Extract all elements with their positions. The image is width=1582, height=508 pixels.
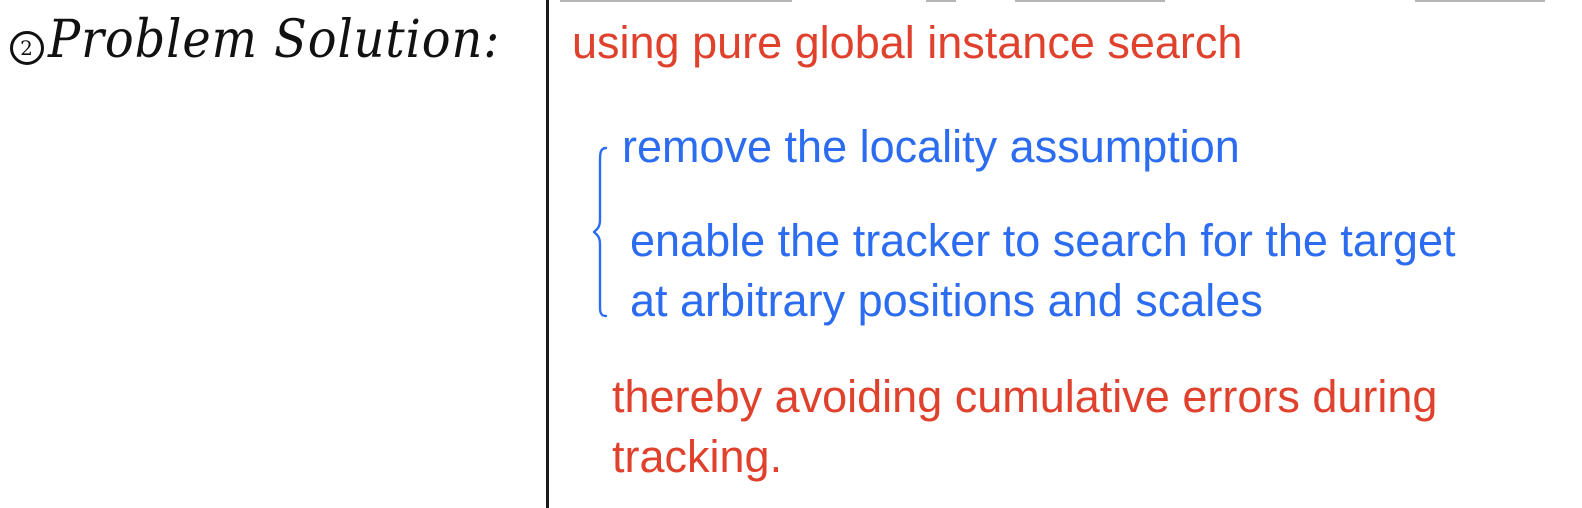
solution-line-4: at arbitrary positions and scales [630,275,1263,326]
top-edge-mark [926,0,956,2]
heading-text: Problem Solution: [48,10,501,70]
solution-line-2: remove the locality assumption [622,121,1240,172]
top-edge-mark [1415,0,1545,2]
solution-line-5: thereby avoiding cumulative errors durin… [612,371,1438,422]
solution-line-3: enable the tracker to search for the tar… [630,215,1456,266]
solution-line-1: using pure global instance search [572,17,1243,68]
top-edge-mark [1015,0,1165,2]
top-edge-mark [560,0,792,2]
slide-page: 2 Problem Solution: using pure global in… [0,0,1582,508]
solution-line-6: tracking. [612,431,783,482]
circled-number: 2 [10,31,44,65]
curly-brace-icon [592,146,608,318]
section-heading: 2 Problem Solution: [10,10,540,70]
vertical-divider [546,0,549,508]
